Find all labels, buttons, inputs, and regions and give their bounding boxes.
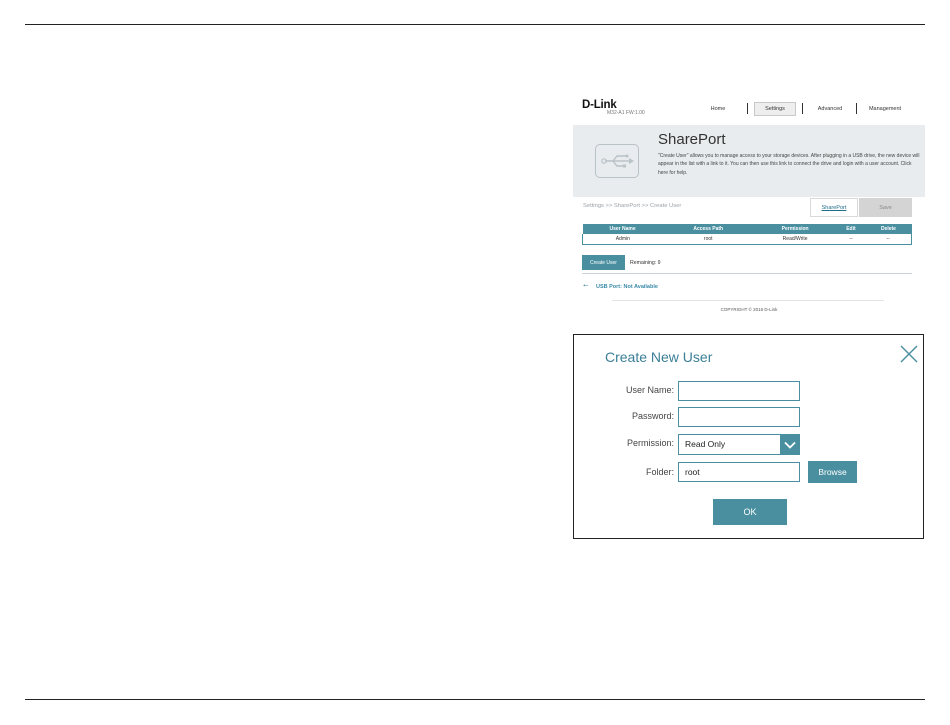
divider — [582, 273, 912, 274]
nav-separator — [856, 103, 857, 114]
column-header: Delete — [865, 224, 912, 234]
ok-button[interactable]: OK — [713, 499, 787, 525]
nav-separator — [747, 103, 748, 114]
usb-icon: ⭠ — [583, 282, 589, 289]
password-label: Password: — [631, 411, 674, 421]
column-header: User Name — [582, 224, 663, 234]
cell-delete: -- — [865, 234, 913, 245]
table-header-row: User Name Access Path Permission Edit De… — [582, 224, 912, 234]
page-title: SharePort — [658, 131, 726, 148]
cell-username: Admin — [581, 234, 663, 245]
close-icon[interactable] — [898, 343, 920, 365]
chevron-down-icon[interactable] — [780, 434, 800, 455]
breadcrumb: Settings >> SharePort >> Create User — [583, 203, 682, 209]
column-header: Access Path — [662, 224, 754, 234]
router-settings-screenshot: D-Link M32-A1 FW:1.00 Home Settings Adva… — [573, 92, 925, 322]
browse-button[interactable]: Browse — [808, 461, 857, 483]
nav-management[interactable]: Management — [863, 102, 907, 116]
shareport-link[interactable]: SharePort — [810, 198, 858, 217]
cell-access-path: root — [662, 234, 754, 245]
save-button[interactable]: Save — [859, 198, 912, 217]
column-header: Edit — [836, 224, 866, 234]
top-rule — [25, 24, 925, 25]
username-label: User Name: — [625, 385, 674, 395]
usb-drive-icon — [595, 144, 639, 178]
table-row: Admin root Read/Write -- -- — [581, 234, 913, 245]
nav-advanced[interactable]: Advanced — [810, 102, 850, 116]
remaining-count: Remaining: 9 — [630, 260, 661, 266]
cell-permission: Read/Write — [753, 234, 837, 245]
user-table: User Name Access Path Permission Edit De… — [581, 224, 913, 245]
nav-separator — [802, 103, 803, 114]
create-user-dialog: Create New User User Name: Password: Per… — [573, 334, 924, 539]
permission-select[interactable]: Read Only — [678, 434, 800, 455]
column-header: Permission — [753, 224, 837, 234]
footer-divider — [612, 300, 884, 301]
page-banner: SharePort "Create User" allows you to ma… — [573, 125, 925, 197]
nav-settings[interactable]: Settings — [754, 102, 796, 116]
page-description: "Create User" allows you to manage acces… — [658, 153, 920, 176]
copyright: COPYRIGHT © 2016 D-Link — [720, 307, 778, 312]
folder-label: Folder: — [645, 467, 674, 477]
cell-edit: -- — [836, 234, 866, 245]
username-input[interactable] — [678, 381, 800, 401]
create-user-button[interactable]: Create User — [582, 255, 625, 270]
bottom-rule — [25, 699, 925, 700]
permission-value: Read Only — [685, 439, 726, 449]
usb-status: USB Port: Not Available — [596, 284, 658, 290]
folder-input[interactable]: root — [678, 462, 800, 482]
nav-home[interactable]: Home — [703, 102, 733, 116]
password-input[interactable] — [678, 407, 800, 427]
permission-label: Permission: — [626, 438, 674, 448]
model-firmware: M32-A1 FW:1.00 — [607, 110, 645, 116]
dialog-title: Create New User — [605, 349, 713, 365]
